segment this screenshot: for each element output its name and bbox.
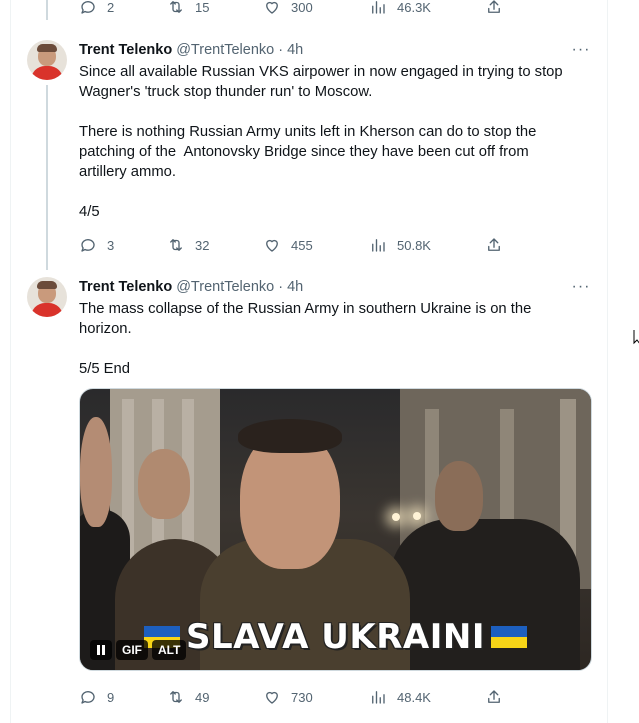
retweet-icon (170, 691, 182, 703)
author-name[interactable]: Trent Telenko (79, 42, 172, 58)
action-bar: 9 49 730 48.4K (79, 687, 519, 707)
author-handle[interactable]: @TrentTelenko (176, 279, 274, 295)
avatar[interactable] (27, 277, 67, 317)
views-chart-icon (372, 239, 385, 252)
views-button[interactable]: 48.4K (369, 687, 431, 707)
media-badges: GIF ALT (90, 640, 187, 660)
like-count: 455 (291, 237, 313, 253)
share-button[interactable] (485, 687, 503, 707)
ukraine-flag-icon (491, 626, 528, 648)
like-button[interactable]: 455 (263, 235, 313, 255)
author-name[interactable]: Trent Telenko (79, 279, 172, 295)
tweet-text: The mass collapse of the Russian Army in… (79, 301, 532, 377)
share-icon (488, 238, 500, 251)
retweet-count: 49 (195, 689, 210, 705)
reply-button[interactable]: 9 (79, 687, 114, 707)
reply-button[interactable]: 2 (79, 0, 114, 17)
more-options-icon[interactable]: ··· (571, 277, 591, 297)
reply-count: 9 (107, 689, 115, 705)
action-bar: 2 15 300 46.3K (79, 0, 519, 17)
author-handle[interactable]: @TrentTelenko (176, 42, 274, 58)
retweet-icon (170, 239, 182, 251)
tweet-header: Trent Telenko @TrentTelenko · 4h (79, 40, 303, 60)
like-button[interactable]: 300 (263, 0, 313, 17)
timeline: 2 15 300 46.3K Trent Telenko @TrentTelen… (10, 0, 608, 723)
avatar[interactable] (27, 40, 67, 80)
gif-badge: GIF (116, 640, 148, 660)
views-chart-icon (372, 1, 385, 14)
views-button[interactable]: 50.8K (369, 235, 431, 255)
heart-icon (266, 691, 278, 704)
tweet-header: Trent Telenko @TrentTelenko · 4h (79, 277, 303, 297)
gif-media[interactable]: SLAVA UKRAINI GIF ALT (79, 388, 592, 671)
share-button[interactable] (485, 0, 503, 17)
retweet-icon (170, 1, 182, 13)
retweet-button[interactable]: 32 (167, 235, 209, 255)
action-bar: 3 32 455 50.8K (79, 235, 519, 255)
reply-count: 3 (107, 237, 115, 253)
tweet-text: Since all available Russian VKS airpower… (79, 64, 563, 220)
retweet-count: 15 (195, 0, 210, 15)
views-count: 46.3K (397, 0, 431, 15)
views-chart-icon (372, 691, 385, 704)
heart-icon (266, 239, 278, 252)
views-count: 48.4K (397, 689, 431, 705)
like-count: 730 (291, 689, 313, 705)
reply-icon (81, 1, 95, 14)
previous-tweet: 2 15 300 46.3K (11, 0, 609, 20)
more-options-icon[interactable]: ··· (571, 40, 591, 60)
reply-icon (81, 239, 95, 252)
retweet-count: 32 (195, 237, 210, 253)
retweet-button[interactable]: 15 (167, 0, 209, 17)
retweet-button[interactable]: 49 (167, 687, 209, 707)
like-count: 300 (291, 0, 313, 15)
tweet-time[interactable]: · 4h (278, 279, 303, 295)
share-icon (488, 690, 500, 703)
thread-line (46, 0, 48, 20)
share-icon (488, 0, 500, 13)
reply-count: 2 (107, 0, 115, 15)
share-button[interactable] (485, 235, 503, 255)
tweet-time[interactable]: · 4h (278, 42, 303, 58)
views-button[interactable]: 46.3K (369, 0, 431, 17)
reply-icon (81, 691, 95, 704)
pause-icon[interactable] (90, 640, 112, 660)
mouse-cursor-icon (633, 330, 639, 345)
caption-text: SLAVA UKRAINI (185, 617, 486, 657)
alt-badge[interactable]: ALT (152, 640, 187, 660)
reply-button[interactable]: 3 (79, 235, 114, 255)
views-count: 50.8K (397, 237, 431, 253)
heart-icon (266, 1, 278, 14)
tweet-4[interactable]: Trent Telenko @TrentTelenko · 4h ··· Sin… (11, 40, 609, 270)
thread-line (46, 85, 48, 270)
like-button[interactable]: 730 (263, 687, 313, 707)
